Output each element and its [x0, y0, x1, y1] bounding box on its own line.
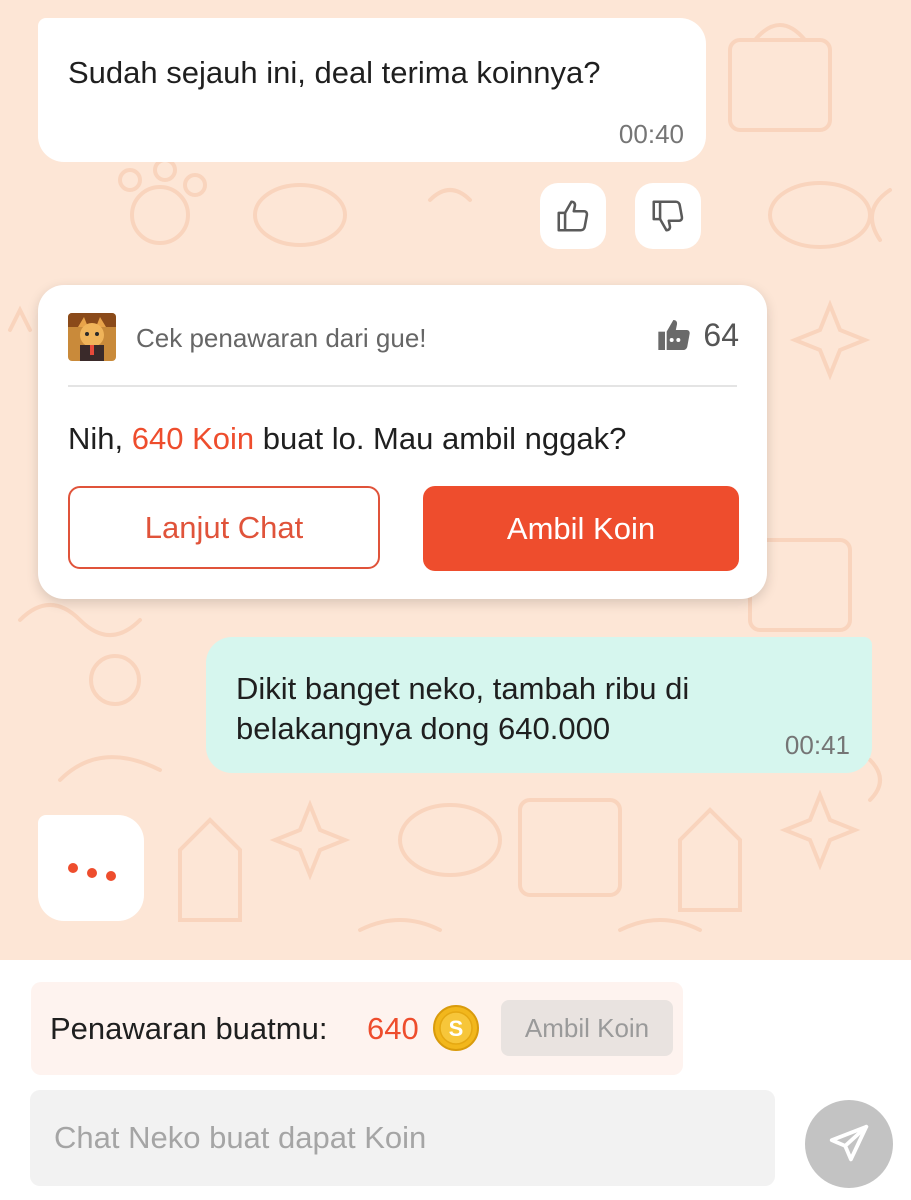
thumbs-up-icon — [557, 200, 589, 232]
typing-dot — [68, 863, 78, 873]
offer-text-prefix: Nih, — [68, 421, 132, 456]
typing-indicator — [38, 815, 144, 921]
offer-card: Cek penawaran dari gue! 64 Nih, 640 Koin… — [38, 285, 767, 599]
continue-chat-button[interactable]: Lanjut Chat — [68, 486, 380, 569]
typing-dot — [106, 871, 116, 881]
take-coins-disabled-button[interactable]: Ambil Koin — [501, 1000, 673, 1056]
message-time: 00:41 — [784, 730, 850, 760]
message-text: Sudah sejauh ini, deal terima koinnya? — [68, 55, 601, 90]
coin-icon: S — [433, 1005, 479, 1051]
offer-amount-highlight: 640 Koin — [131, 421, 255, 456]
message-text: Dikit banget neko, tambah ribu di belaka… — [236, 671, 690, 746]
bottom-panel: Penawaran buatmu: 640 S Ambil Koin — [0, 960, 911, 1200]
take-coins-button[interactable]: Ambil Koin — [423, 486, 739, 571]
thumbs-down-icon — [652, 200, 684, 232]
offer-text-suffix: buat lo. Mau ambil nggak? — [254, 421, 627, 456]
thumbs-up-button[interactable] — [540, 183, 606, 249]
offer-bar-amount: 640 — [367, 1011, 419, 1046]
offer-bar-label: Penawaran buatmu: — [50, 1011, 328, 1046]
offer-header-text: Cek penawaran dari gue! — [136, 323, 427, 353]
likes-count: 64 — [703, 316, 739, 353]
offer-bar: Penawaran buatmu: 640 S Ambil Koin — [31, 982, 683, 1075]
chat-input[interactable] — [30, 1090, 775, 1186]
neko-avatar — [68, 313, 116, 361]
bot-message-bubble: Sudah sejauh ini, deal terima koinnya? 0… — [38, 18, 706, 162]
divider — [68, 385, 737, 387]
send-icon — [829, 1124, 869, 1162]
offer-text: Nih, 640 Koin buat lo. Mau ambil nggak? — [68, 421, 626, 457]
user-message-bubble: Dikit banget neko, tambah ribu di belaka… — [206, 637, 872, 773]
thumbs-down-button[interactable] — [635, 183, 701, 249]
offer-likes: 64 — [655, 315, 739, 355]
typing-dot — [87, 868, 97, 878]
send-button[interactable] — [805, 1100, 893, 1188]
message-time: 00:40 — [618, 119, 684, 149]
svg-text:S: S — [449, 1016, 464, 1041]
thumbs-up-filled-icon — [658, 320, 691, 350]
